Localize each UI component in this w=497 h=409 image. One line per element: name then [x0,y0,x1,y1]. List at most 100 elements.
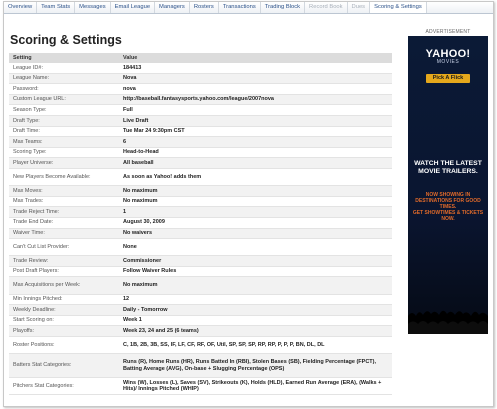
setting-value: Runs (R), Home Runs (HR), Runs Batted In… [123,359,377,372]
setting-value: All baseball [123,159,154,166]
setting-value: 1 [123,208,127,215]
nav-tab-record-book: Record Book [305,2,348,13]
setting-label: Custom League URL: [13,96,66,103]
settings-row: Trade End Date: August 30, 2009 [9,218,392,229]
setting-label: Batters Stat Categories: [13,362,72,369]
setting-value: No waivers [123,230,153,237]
setting-value: Week 1 [123,317,142,324]
page-title: Scoring & Settings [10,33,122,47]
setting-value: nova [123,85,136,92]
setting-value: 6 [123,138,127,145]
setting-label: Password: [13,85,39,92]
settings-row: Weekly Deadline: Daily - Tomorrow [9,305,392,316]
settings-row: Roster Positions: C, 1B, 2B, 3B, SS, IF, … [9,337,392,355]
nav-tab-trading-block[interactable]: Trading Block [261,2,306,13]
browser-frame: Overview Team Stats Messages Email League Ma… [3,1,494,407]
settings-table: Setting Value League ID#: 184413 League Na… [9,53,392,396]
setting-value: August 30, 2009 [123,219,165,226]
setting-label: Draft Type: [13,117,40,124]
setting-label: Trade Review: [13,257,49,264]
settings-row: League ID#: 184413 [9,63,392,74]
setting-label: Post Draft Players: [13,268,59,275]
setting-label: Trade Reject Time: [13,208,60,215]
setting-value: 184413 [123,64,142,71]
setting-value: Head-to-Head [123,149,159,156]
setting-label: Roster Positions: [13,341,55,348]
nav-tab-scoring-settings[interactable]: Scoring & Settings [370,2,427,13]
setting-value: As soon as Yahoo! adds them [123,173,202,180]
settings-table-header: Setting Value [9,53,392,63]
settings-row: Post Draft Players: Follow Waiver Rules [9,267,392,278]
settings-row: Min Innings Pitched: 12 [9,295,392,306]
ad-promo-showing: NOW SHOWING IN DESTINATIONS FOR GOOD TIM… [415,192,481,210]
movie-advertisement[interactable]: YAHOO! MOVIES Pick A Flick WATCH THE LAT… [408,36,488,334]
setting-label: Max Teams: [13,138,43,145]
setting-label: Scoring Type: [13,149,47,156]
setting-value: Wins (W), Losses (L), Saves (SV), Strike… [123,379,382,393]
settings-table-body: League ID#: 184413 League Name: Nova Passwor… [9,63,392,396]
setting-value: Commissioner [123,257,162,264]
setting-label: Max Acquisitions per Week: [13,282,81,289]
settings-row: Season Type: Full [9,105,392,116]
setting-label: Max Moves: [13,187,43,194]
setting-value: 12 [123,296,130,303]
advertisement-label: ADVERTISEMENT [425,29,471,35]
value-column-header: Value [123,55,138,61]
pick-a-flick-button[interactable]: Pick A Flick [426,74,470,83]
settings-row: Trade Review: Commissioner [9,256,392,267]
nav-tab-team-stats[interactable]: Team Stats [37,2,76,13]
nav-tab-rosters[interactable]: Rosters [190,2,219,13]
setting-label: League Name: [13,75,50,82]
setting-value: Nova [123,75,137,82]
settings-row: Password: nova [9,84,392,95]
setting-label: Can't Cut List Provider: [13,243,70,250]
setting-label: Weekly Deadline: [13,306,56,313]
setting-label: League ID#: [13,64,43,71]
audience-silhouette-image [408,310,488,334]
setting-value[interactable]: http://baseball.fantasysports.yahoo.com/… [123,96,392,103]
nav-tab-transactions[interactable]: Transactions [219,2,261,13]
setting-value: Live Draft [123,117,149,124]
nav-tab-messages[interactable]: Messages [75,2,111,13]
nav-tab-managers[interactable]: Managers [155,2,190,13]
setting-label: Waiver Time: [13,230,45,237]
nav-tab-dues: Dues [348,2,371,13]
settings-row: Draft Type: Live Draft [9,115,392,127]
settings-row: New Players Become Available: As soon as … [9,169,392,187]
nav-tab-overview[interactable]: Overview [4,2,38,13]
setting-label: Start Scoring on: [13,317,54,324]
settings-row: Start Scoring on: Week 1 [9,316,392,327]
ad-headline: WATCH THE LATEST MOVIE TRAILERS. [414,160,482,175]
settings-row: Waiver Time: No waivers [9,228,392,240]
setting-value: No maximum [123,198,158,205]
setting-value: C, 1B, 2B, 3B, SS, IF, LF, CF, RF, OF, U… [123,341,325,348]
settings-row: Playoffs: Week 23, 24 and 25 (6 teams) [9,326,392,338]
setting-label: Season Type: [13,106,47,113]
settings-row: Max Teams: 6 [9,137,392,148]
settings-row: Batters Stat Categories: Runs (R), Home R… [9,354,392,379]
settings-row: Scoring Type: Head-to-Head [9,148,392,159]
league-nav-bar: Overview Team Stats Messages Email League Ma… [4,2,493,14]
setting-value: Follow Waiver Rules [123,268,177,275]
settings-row: League Name: Nova [9,73,392,85]
setting-column-header: Setting [13,55,32,61]
setting-value: No maximum [123,187,158,194]
settings-row: Max Moves: No maximum [9,186,392,197]
ad-promo-tickets[interactable]: GET SHOWTIMES & TICKETS NOW. [412,210,484,222]
setting-value: No maximum [123,282,158,289]
setting-label: Playoffs: [13,327,34,334]
settings-row: Can't Cut List Provider: None [9,239,392,257]
setting-label: New Players Become Available: [13,173,91,180]
setting-value: Full [123,106,133,113]
settings-row: Max Trades: No maximum [9,197,392,208]
nav-tab-email-league[interactable]: Email League [111,2,156,13]
settings-row: Max Acquisitions per Week: No maximum [9,277,392,295]
setting-label: Trade End Date: [13,219,54,226]
ad-logo-sub: MOVIES [436,59,460,65]
setting-label: Max Trades: [13,198,44,205]
settings-row: Pitchers Stat Categories: Wins (W), Losse… [9,378,392,396]
setting-label: Min Innings Pitched: [13,296,63,303]
setting-value: None [123,243,137,250]
setting-value: Daily - Tomorrow [123,306,168,313]
setting-value: Week 23, 24 and 25 (6 teams) [123,327,199,334]
